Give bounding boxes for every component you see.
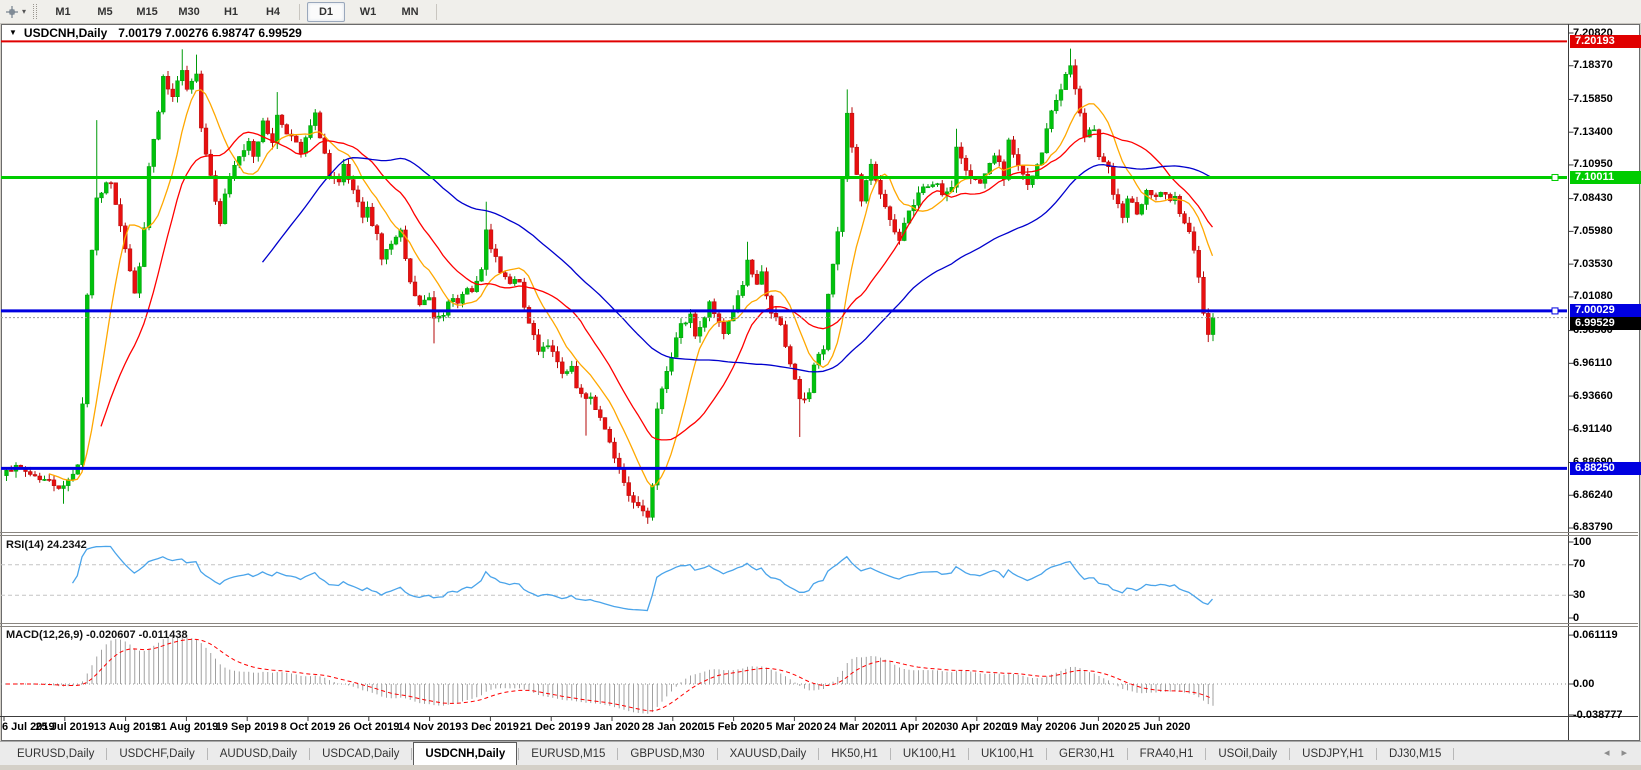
chart-canvas[interactable] [0, 0, 1641, 770]
chart-tab-usdcad-daily[interactable]: USDCAD,Daily [311, 745, 410, 764]
chart-tab-audusd-daily[interactable]: AUDUSD,Daily [209, 745, 308, 764]
chart-title: ▼ USDCNH,Daily 7.00179 7.00276 6.98747 6… [3, 25, 302, 40]
chart-tab-usdjpy-h1[interactable]: USDJPY,H1 [1291, 745, 1375, 764]
tab-separator [889, 748, 891, 760]
tab-separator [206, 748, 208, 760]
tab-separator [106, 748, 108, 760]
rsi-indicator-label: RSI(14) 24.2342 [6, 539, 87, 551]
chart-tab-usoil-daily[interactable]: USOil,Daily [1207, 745, 1288, 764]
tab-separator [1375, 748, 1377, 760]
symbol-period-label: USDCNH,Daily [23, 25, 108, 40]
tab-separator [1289, 748, 1291, 760]
window-menu-icon[interactable]: ▼ [9, 28, 17, 37]
tab-separator [1453, 748, 1455, 760]
toolbar-separator [299, 3, 301, 20]
chart-tab-xauusd-daily[interactable]: XAUUSD,Daily [719, 745, 818, 764]
chart-tab-ger30-h1[interactable]: GER30,H1 [1048, 745, 1126, 764]
timeframe-button-h1[interactable]: H1 [212, 2, 250, 22]
chart-tab-bar: EURUSD,Daily USDCHF,Daily AUDUSD,Daily USDC… [0, 741, 1641, 765]
chart-tab-eurusd-m15[interactable]: EURUSD,M15 [520, 745, 616, 764]
timeframe-button-mn[interactable]: MN [391, 2, 429, 22]
timeframe-button-m30[interactable]: M30 [170, 2, 208, 22]
chart-tab-gbpusd-m30[interactable]: GBPUSD,M30 [619, 745, 715, 764]
chart-tab-eurusd-daily[interactable]: EURUSD,Daily [6, 745, 105, 764]
timeframe-button-h4[interactable]: H4 [254, 2, 292, 22]
timeframe-buttons: M1 M5 M15 M30 H1 H4 D1 W1 MN [44, 1, 444, 22]
macd-indicator-label: MACD(12,26,9) -0.020607 -0.011438 [6, 629, 188, 641]
tab-scroll-right-icon[interactable]: ▸ [1621, 746, 1627, 759]
chart-tab-usdchf-daily[interactable]: USDCHF,Daily [108, 745, 205, 764]
tab-separator [1205, 748, 1207, 760]
tab-separator [1046, 748, 1048, 760]
timeframe-button-m5[interactable]: M5 [86, 2, 124, 22]
chart-tab-uk100-h1[interactable]: UK100,H1 [892, 745, 967, 764]
toolbar: ▾ M1 M5 M15 M30 H1 H4 D1 W1 MN [0, 0, 1641, 24]
chart-tab-usdcnh-daily[interactable]: USDCNH,Daily [413, 742, 518, 765]
toolbar-separator [436, 3, 438, 20]
timeframe-button-m15[interactable]: M15 [128, 2, 166, 22]
timeframe-button-w1[interactable]: W1 [349, 2, 387, 22]
tab-separator [967, 748, 969, 760]
ohlc-values: 7.00179 7.00276 6.98747 6.99529 [118, 25, 302, 40]
chart-tab-fra40-h1[interactable]: FRA40,H1 [1129, 745, 1205, 764]
timeframe-button-d1[interactable]: D1 [307, 1, 346, 22]
tool-dropdown-icon[interactable]: ▾ [22, 7, 26, 16]
crosshair-tool-button[interactable]: ▾ [0, 2, 29, 21]
crosshair-icon [6, 5, 18, 18]
tab-scroll-left-icon[interactable]: ◂ [1604, 746, 1610, 759]
tab-separator [617, 748, 619, 760]
chart-tab-hk50-h1[interactable]: HK50,H1 [820, 745, 889, 764]
tab-scroll-arrows: ◂ ▸ [1604, 746, 1627, 759]
chart-tab-dj30-m15[interactable]: DJ30,M15 [1378, 745, 1452, 764]
tab-separator [309, 748, 311, 760]
tab-separator [716, 748, 718, 760]
tab-separator [518, 748, 520, 760]
chart-tab-uk100-h1[interactable]: UK100,H1 [970, 745, 1045, 764]
tab-separator [1126, 748, 1128, 760]
tab-separator [411, 748, 413, 760]
timeframe-button-m1[interactable]: M1 [44, 2, 82, 22]
toolbar-grip[interactable] [33, 4, 38, 19]
tab-separator [818, 748, 820, 760]
